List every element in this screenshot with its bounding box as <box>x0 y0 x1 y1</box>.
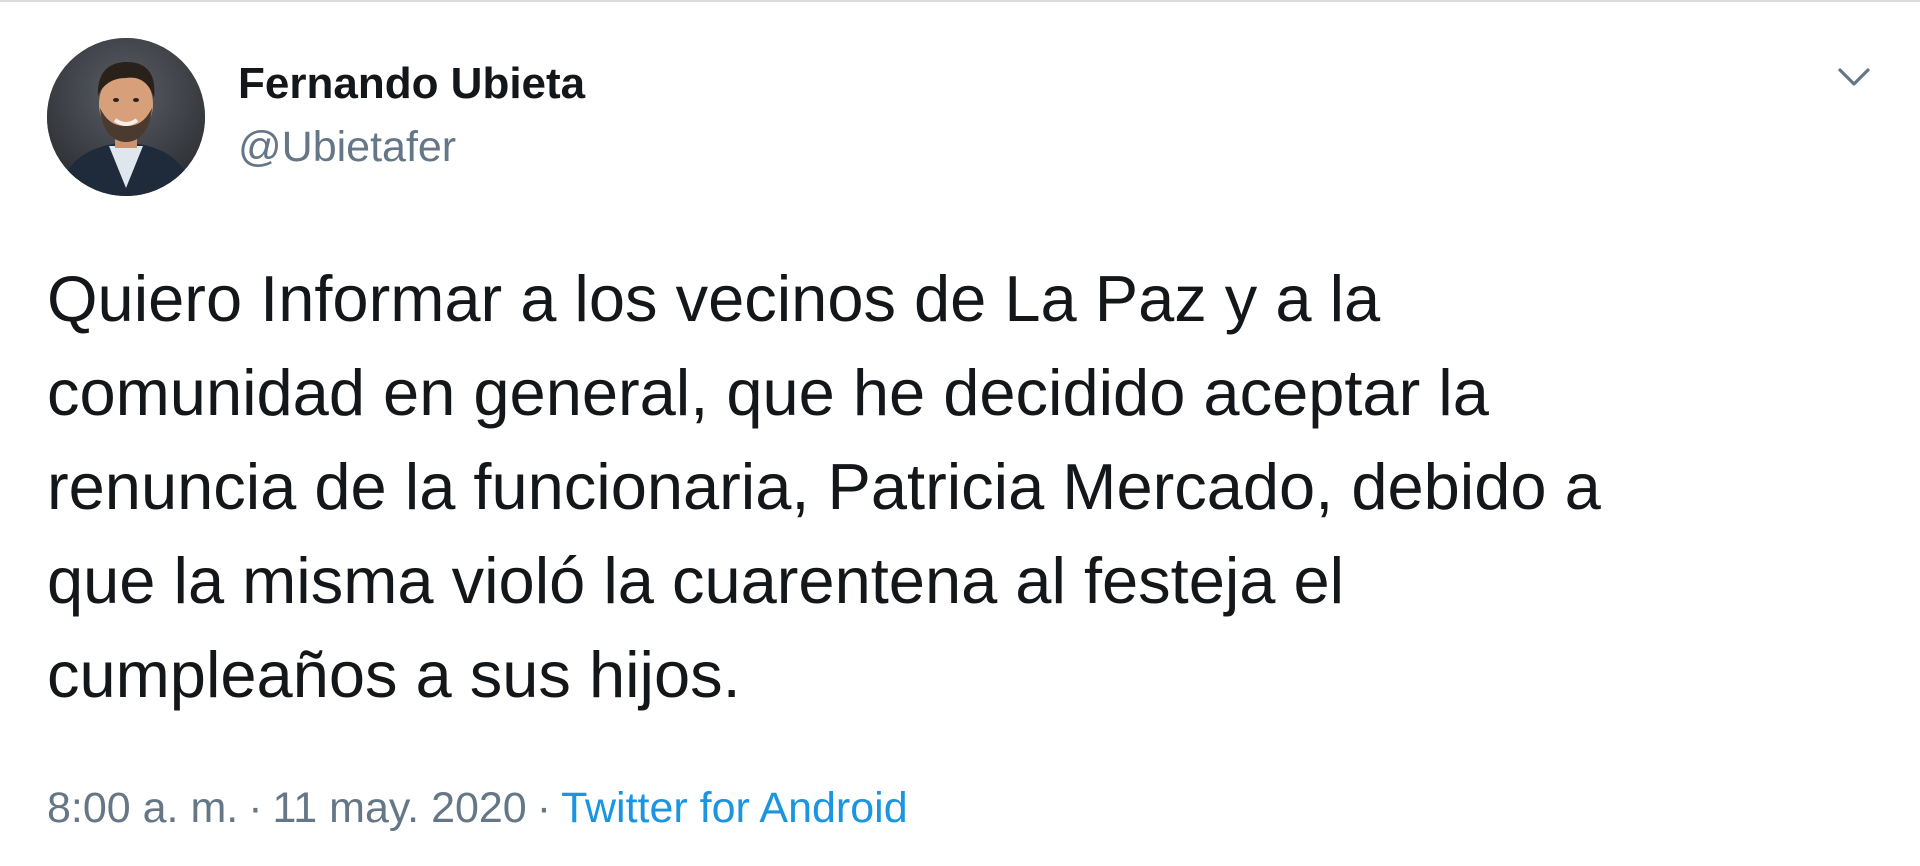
display-name[interactable]: Fernando Ubieta <box>238 56 585 112</box>
tweet-text-line: que la misma violó la cuarentena al fest… <box>47 544 1345 617</box>
chevron-down-icon[interactable] <box>1826 56 1882 100</box>
tweet-text-line: Quiero Informar a los vecinos de La Paz … <box>47 262 1381 335</box>
avatar-image <box>47 38 205 196</box>
meta-separator: · <box>536 784 552 832</box>
tweet-date[interactable]: 11 may. 2020 <box>273 784 527 832</box>
tweet-source-link[interactable]: Twitter for Android <box>561 784 908 832</box>
tweet-text: Quiero Informar a los vecinos de La Paz … <box>47 252 1867 722</box>
meta-separator: · <box>248 784 263 832</box>
tweet-card: Fernando Ubieta @Ubietafer Quiero Inform… <box>0 0 1920 866</box>
user-handle[interactable]: @Ubietafer <box>238 119 456 175</box>
tweet-text-line: cumpleaños a sus hijos. <box>47 638 741 711</box>
avatar[interactable] <box>47 38 205 196</box>
tweet-text-line: renuncia de la funcionaria, Patricia Mer… <box>47 450 1601 523</box>
tweet-time[interactable]: 8:00 a. m. <box>47 784 238 832</box>
tweet-meta: 8:00 a. m. · 11 may. 2020 · Twitter for Andr… <box>47 780 908 836</box>
tweet-text-line: comunidad en general, que he decidido ac… <box>47 356 1489 429</box>
